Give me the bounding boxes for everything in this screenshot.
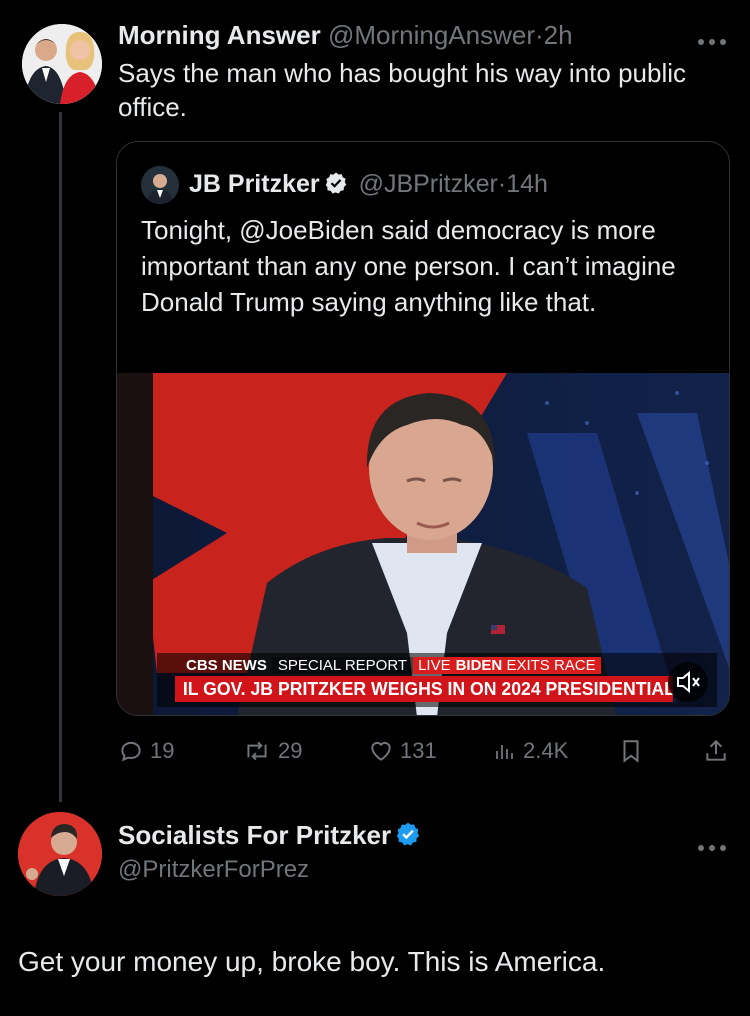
cbs-news-logo-text: CBS NEWS — [186, 656, 267, 674]
reply-count: 19 — [150, 738, 175, 763]
live-badge: LIVE — [413, 656, 456, 674]
handle[interactable]: @PritzkerForPrez — [118, 853, 309, 887]
tweet-text: Says the man who has bought his way into… — [118, 58, 687, 122]
repost-count: 29 — [278, 738, 303, 763]
views-button[interactable]: 2.4K — [493, 736, 568, 766]
avatar[interactable] — [18, 812, 102, 896]
tweet-text: Get your money up, broke boy. This is Am… — [18, 946, 606, 977]
thread-connector-line — [59, 112, 62, 802]
headline-bold: BIDEN — [455, 656, 503, 674]
repost-button[interactable]: 29 — [242, 736, 302, 766]
quoted-tweet-text: Tonight, @JoeBiden said democracy is mor… — [141, 215, 676, 317]
display-name[interactable]: Socialists For Pritzker — [118, 820, 391, 850]
chyron-lower-third: IL GOV. JB PRITZKER WEIGHS IN ON 2024 PR… — [175, 676, 673, 702]
like-button[interactable]: 131 — [368, 736, 437, 766]
quoted-display-name[interactable]: JB Pritzker — [189, 170, 320, 198]
tweet-header: Morning Answer @MorningAnswer·2h — [118, 18, 573, 52]
bookmark-icon — [623, 740, 639, 763]
speaker-muted-icon[interactable] — [668, 662, 708, 702]
verified-badge-icon — [324, 170, 348, 204]
video-player[interactable]: CBS NEWS SPECIAL REPORT LIVE BIDEN EXITS… — [117, 373, 729, 715]
verified-badge-icon — [395, 821, 421, 855]
timestamp[interactable]: 2h — [544, 20, 573, 50]
views-count: 2.4K — [523, 738, 569, 763]
separator-dot: · — [534, 20, 544, 50]
display-name[interactable]: Morning Answer — [118, 20, 321, 50]
share-button[interactable] — [703, 736, 729, 766]
special-report-label: SPECIAL REPORT — [271, 656, 414, 674]
headline-tag: BIDEN EXITS RACE — [455, 656, 601, 674]
quoted-tweet-header: JB Pritzker @JBPritzker·14h — [189, 167, 548, 204]
quoted-timestamp[interactable]: 14h — [506, 170, 548, 198]
share-upload-icon — [706, 739, 726, 761]
bookmark-button[interactable] — [620, 736, 642, 766]
views-bar-chart-icon — [496, 745, 513, 759]
tweet-header: Socialists For Pritzker — [118, 818, 425, 855]
avatar[interactable] — [22, 24, 102, 104]
quoted-handle[interactable]: @JBPritzker — [359, 170, 498, 198]
reply-icon — [121, 741, 141, 762]
quoted-avatar[interactable] — [141, 166, 179, 204]
like-count: 131 — [400, 738, 437, 763]
heart-icon — [371, 741, 391, 761]
separator-dot: · — [497, 170, 507, 198]
more-horizontal-icon[interactable] — [695, 24, 729, 55]
headline-rest: EXITS RACE — [506, 656, 596, 674]
handle[interactable]: @MorningAnswer — [328, 20, 535, 50]
quoted-tweet-card[interactable]: JB Pritzker @JBPritzker·14h Tonight, @Jo… — [116, 141, 730, 716]
more-horizontal-icon[interactable] — [695, 830, 729, 861]
reply-button[interactable]: 19 — [118, 736, 174, 766]
chyron-top: CBS NEWS SPECIAL REPORT LIVE BIDEN EXITS… — [181, 655, 601, 675]
repost-icon — [247, 741, 267, 761]
